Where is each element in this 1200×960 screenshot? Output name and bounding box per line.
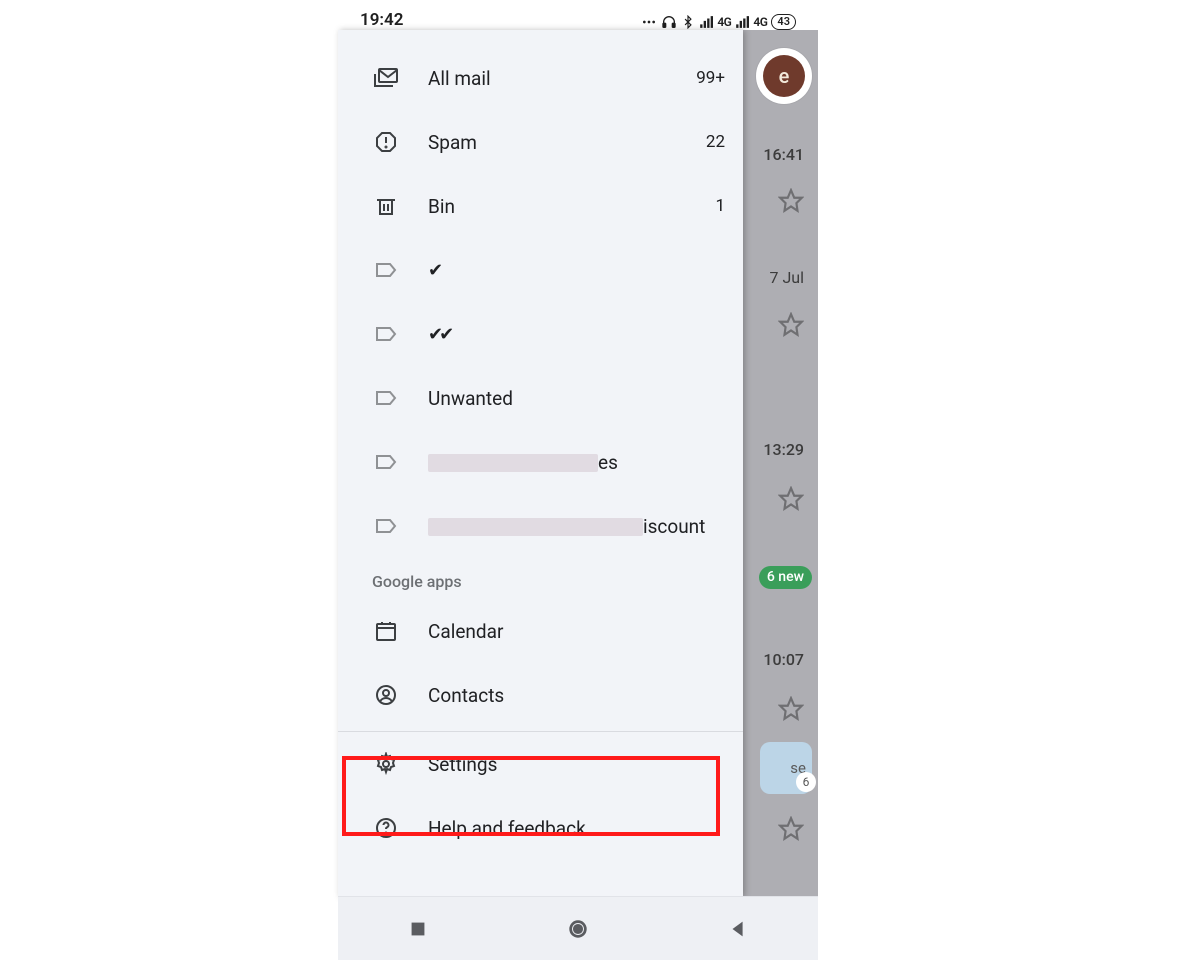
nav-label: All mail <box>428 67 696 90</box>
mail-date-2: 7 Jul <box>770 268 805 287</box>
label-icon <box>372 386 400 410</box>
nav-help[interactable]: Help and feedback <box>338 796 743 860</box>
nav-bin[interactable]: Bin 1 <box>338 174 743 238</box>
stacked-mail-icon <box>372 66 400 90</box>
redacted-text <box>428 518 643 536</box>
more-icon <box>641 14 657 30</box>
nav-label-redacted-2[interactable]: iscount <box>338 494 743 558</box>
account-avatar[interactable]: e <box>756 48 812 104</box>
redacted-text <box>428 454 598 472</box>
spam-icon <box>372 130 400 154</box>
mail-time-1: 16:41 <box>763 145 804 164</box>
network-label-1: 4G <box>717 15 731 29</box>
back-button[interactable] <box>727 918 749 940</box>
signal-icon-2 <box>735 15 749 29</box>
status-bar: 19:42 4G 4G 43 <box>338 0 818 30</box>
phone-frame: 19:42 4G 4G 43 e <box>338 0 818 960</box>
calendar-icon <box>372 619 400 643</box>
home-button[interactable] <box>567 918 589 940</box>
chip-count: 6 <box>796 772 816 792</box>
nav-spam[interactable]: Spam 22 <box>338 110 743 174</box>
headphones-icon <box>661 14 677 30</box>
nav-label: ✔ <box>428 260 725 281</box>
nav-settings[interactable]: Settings <box>338 732 743 796</box>
nav-count: 22 <box>706 132 725 152</box>
nav-all-mail[interactable]: All mail 99+ <box>338 46 743 110</box>
new-badge: 6 new <box>759 566 812 589</box>
nav-label: Calendar <box>428 620 725 643</box>
navigation-drawer: All mail 99+ Spam 22 Bin 1 <box>338 30 743 897</box>
status-indicators: 4G 4G 43 <box>641 14 796 30</box>
nav-label: iscount <box>428 515 725 538</box>
nav-label-redacted-1[interactable]: es <box>338 430 743 494</box>
section-google-apps: Google apps <box>338 558 743 599</box>
nav-calendar[interactable]: Calendar <box>338 599 743 663</box>
nav-label: Settings <box>428 753 725 776</box>
nav-label: Help and feedback <box>428 817 725 840</box>
star-icon[interactable] <box>778 696 804 722</box>
inbox-peek: e 16:41 7 Jul 13:29 6 new 10:07 se 6 <box>743 30 818 897</box>
label-icon <box>372 514 400 538</box>
nav-label: Bin <box>428 195 715 218</box>
system-nav-bar <box>338 896 818 960</box>
nav-label-doubletick[interactable]: ✔✔ <box>338 302 743 366</box>
status-time: 19:42 <box>360 10 403 30</box>
contacts-icon <box>372 683 400 707</box>
star-icon[interactable] <box>778 486 804 512</box>
recent-apps-button[interactable] <box>407 918 429 940</box>
nav-label: es <box>428 451 725 474</box>
signal-icon-1 <box>699 15 713 29</box>
star-icon[interactable] <box>778 816 804 842</box>
compose-chip[interactable]: se 6 <box>760 742 812 794</box>
help-icon <box>372 816 400 840</box>
mail-time-4: 10:07 <box>763 650 804 669</box>
network-label-2: 4G <box>753 15 767 29</box>
trash-icon <box>372 194 400 218</box>
avatar-initial: e <box>763 55 805 97</box>
battery-level: 43 <box>771 14 796 30</box>
nav-count: 1 <box>715 196 725 216</box>
gear-icon <box>372 752 400 776</box>
star-icon[interactable] <box>778 312 804 338</box>
app-body: e 16:41 7 Jul 13:29 6 new 10:07 se 6 <box>338 30 818 897</box>
label-icon <box>372 322 400 346</box>
label-icon <box>372 258 400 282</box>
mail-time-3: 13:29 <box>763 440 804 459</box>
nav-label-unwanted[interactable]: Unwanted <box>338 366 743 430</box>
nav-contacts[interactable]: Contacts <box>338 663 743 727</box>
nav-label: Contacts <box>428 684 725 707</box>
nav-label: Unwanted <box>428 387 725 410</box>
nav-count: 99+ <box>696 68 725 88</box>
star-icon[interactable] <box>778 188 804 214</box>
nav-label: ✔✔ <box>428 324 725 345</box>
nav-label-tick[interactable]: ✔ <box>338 238 743 302</box>
bluetooth-icon <box>681 15 695 29</box>
nav-label: Spam <box>428 131 706 154</box>
label-icon <box>372 450 400 474</box>
